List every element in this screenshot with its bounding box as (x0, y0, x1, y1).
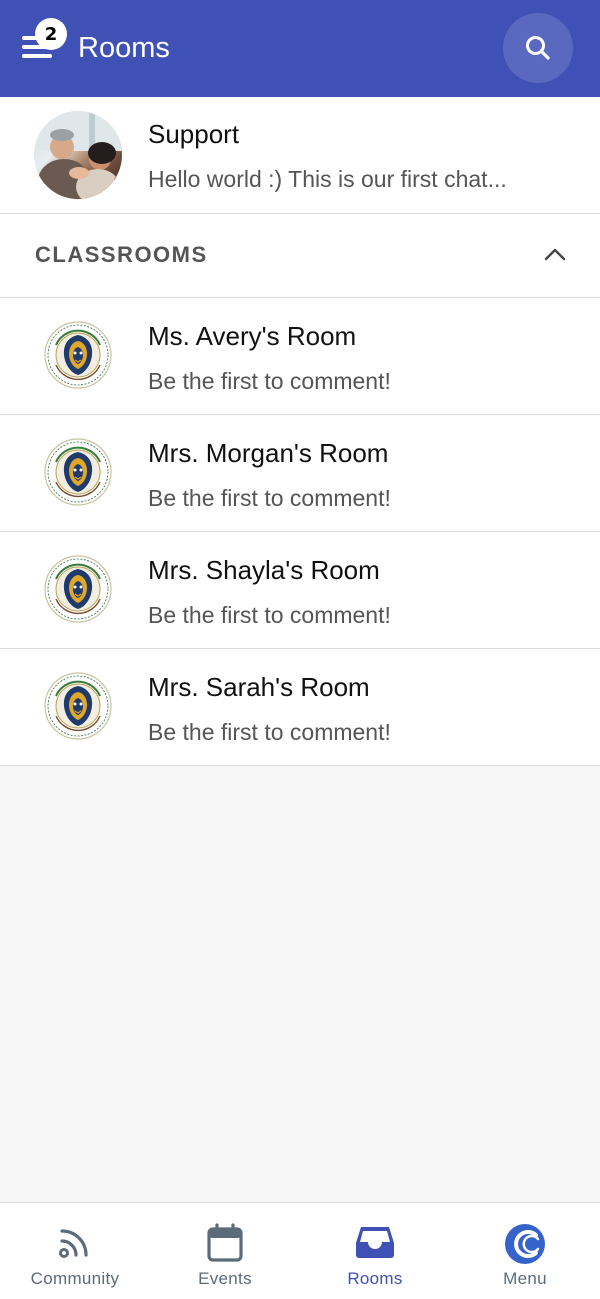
classroom-row[interactable]: Mrs. Shayla's Room Be the first to commen… (0, 532, 600, 649)
nav-menu[interactable]: Menu (450, 1203, 600, 1299)
classroom-row[interactable]: Mrs. Sarah's Room Be the first to comment… (0, 649, 600, 766)
room-title: Mrs. Sarah's Room (148, 672, 370, 702)
room-title: Mrs. Shayla's Room (148, 555, 380, 585)
room-preview: Be the first to comment! (148, 368, 391, 394)
search-icon (526, 36, 550, 60)
room-preview: Be the first to comment! (148, 602, 391, 628)
nav-label: Menu (503, 1269, 547, 1288)
nav-label: Events (198, 1269, 252, 1288)
app-header: 2 Rooms (0, 0, 600, 97)
calendar-icon (207, 1223, 243, 1262)
page-title: Rooms (78, 32, 170, 64)
school-lion-logo-icon (44, 438, 112, 506)
support-room-row[interactable]: Support Hello world :) This is our first… (0, 97, 600, 214)
school-lion-logo-icon (44, 321, 112, 389)
section-title: CLASSROOMS (35, 242, 208, 267)
nav-rooms[interactable]: Rooms (300, 1203, 450, 1299)
nav-label: Community (30, 1269, 120, 1288)
nav-events[interactable]: Events (150, 1203, 300, 1299)
room-title: Mrs. Morgan's Room (148, 438, 389, 468)
nav-community[interactable]: Community (0, 1203, 150, 1299)
classroom-row[interactable]: Ms. Avery's Room Be the first to comment! (0, 298, 600, 415)
room-title: Ms. Avery's Room (148, 321, 357, 351)
rss-icon (59, 1229, 88, 1258)
classrooms-section-header[interactable]: CLASSROOMS (0, 214, 600, 298)
nav-label: Rooms (347, 1269, 403, 1288)
school-lion-logo-icon (44, 555, 112, 623)
school-lion-logo-icon (44, 672, 112, 740)
room-preview: Hello world :) This is our first chat... (148, 166, 507, 192)
bottom-navigation: Community Events Rooms Menu (0, 1202, 600, 1299)
notification-badge: 2 (35, 18, 67, 50)
inbox-icon (356, 1227, 394, 1258)
room-title: Support (148, 119, 240, 149)
room-preview: Be the first to comment! (148, 719, 391, 745)
support-avatar (34, 111, 122, 199)
room-preview: Be the first to comment! (148, 485, 391, 511)
chevron-up-icon[interactable] (542, 244, 568, 264)
search-button[interactable] (503, 13, 573, 83)
classroom-row[interactable]: Mrs. Morgan's Room Be the first to commen… (0, 415, 600, 532)
app-logo-icon (505, 1224, 545, 1264)
